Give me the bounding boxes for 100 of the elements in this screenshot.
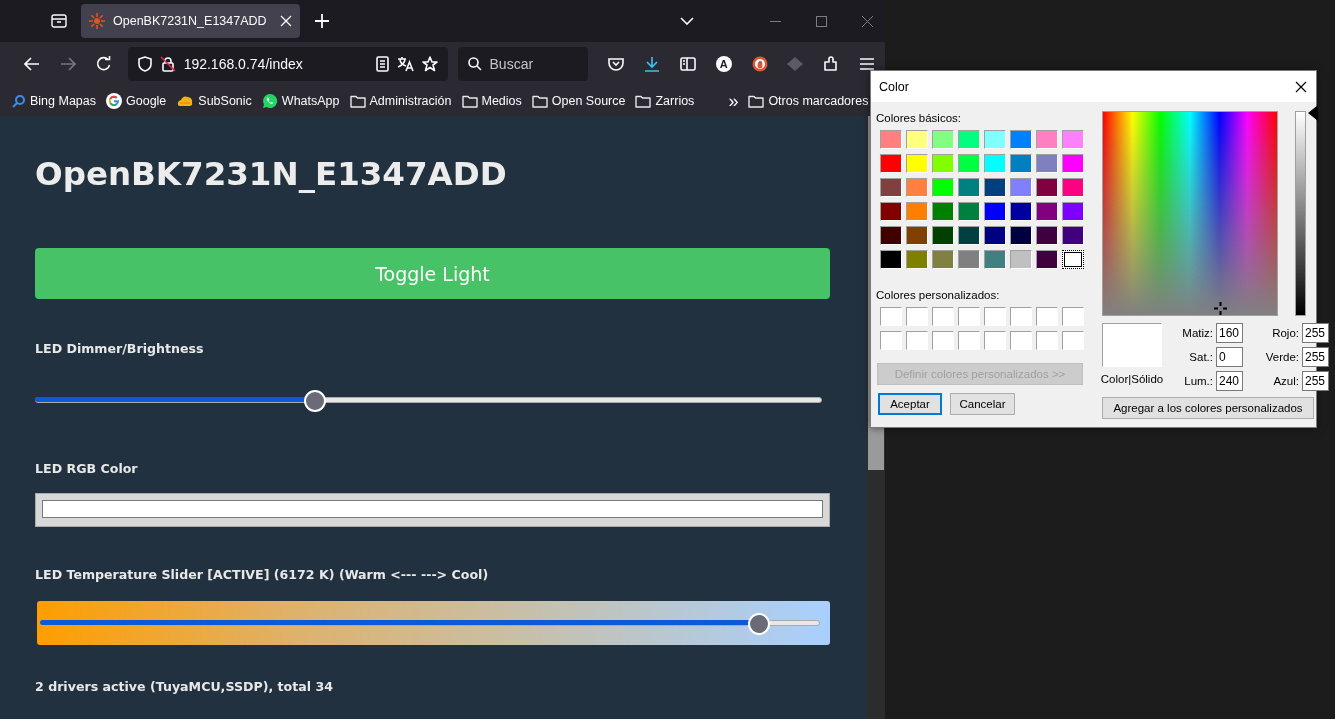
number-field[interactable]: 255 — [1302, 347, 1329, 367]
color-swatch[interactable] — [906, 250, 928, 269]
color-swatch[interactable] — [984, 250, 1006, 269]
color-swatch[interactable] — [880, 202, 902, 221]
bookmark-folder[interactable]: Otros marcadores — [748, 94, 869, 108]
color-swatch[interactable] — [958, 202, 980, 221]
color-swatch[interactable] — [1062, 202, 1084, 221]
sidebar-icon[interactable] — [679, 57, 696, 71]
color-swatch[interactable] — [984, 154, 1006, 173]
chevron-down-icon[interactable] — [680, 17, 694, 25]
luminance-bar[interactable] — [1295, 111, 1306, 316]
number-field[interactable]: 255 — [1302, 371, 1329, 391]
maximize-icon[interactable] — [816, 15, 827, 27]
color-swatch[interactable] — [932, 250, 954, 269]
minimize-icon[interactable] — [770, 20, 781, 22]
temperature-slider[interactable] — [40, 613, 820, 633]
color-swatch[interactable] — [906, 130, 928, 149]
color-swatch[interactable] — [958, 130, 980, 149]
color-swatch[interactable] — [1010, 202, 1032, 221]
color-input-field[interactable] — [35, 493, 830, 527]
color-swatch[interactable] — [880, 154, 902, 173]
color-swatch[interactable] — [906, 154, 928, 173]
custom-color-swatch[interactable] — [1036, 307, 1058, 326]
color-swatch[interactable] — [880, 130, 902, 149]
add-custom-colors-button[interactable]: Agregar a los colores personalizados — [1102, 397, 1314, 419]
color-swatch[interactable] — [1062, 154, 1084, 173]
color-swatch[interactable] — [932, 226, 954, 245]
color-swatch[interactable] — [1010, 154, 1032, 173]
forward-arrow-icon[interactable] — [59, 57, 76, 71]
color-swatch[interactable] — [984, 226, 1006, 245]
bookmark-link[interactable]: Administración — [349, 94, 452, 108]
color-swatch[interactable] — [1010, 130, 1032, 149]
bookmarks-overflow-button[interactable]: » — [728, 92, 739, 110]
browser-tab[interactable]: OpenBK7231N_E1347ADD — [81, 4, 300, 38]
bookmark-link[interactable]: Medios — [461, 94, 522, 108]
custom-color-swatch[interactable] — [906, 307, 928, 326]
color-swatch[interactable] — [958, 226, 980, 245]
color-swatch[interactable] — [1036, 202, 1058, 221]
color-swatch[interactable] — [984, 130, 1006, 149]
brightness-slider[interactable] — [35, 390, 822, 410]
close-icon[interactable] — [1295, 80, 1307, 93]
custom-color-swatch[interactable] — [880, 307, 902, 326]
bookmark-link[interactable]: Google — [106, 93, 167, 109]
custom-color-swatch[interactable] — [984, 331, 1006, 350]
custom-color-swatch[interactable] — [880, 331, 902, 350]
star-icon[interactable] — [421, 56, 438, 72]
color-swatch[interactable] — [958, 178, 980, 197]
reload-icon[interactable] — [95, 56, 112, 72]
pocket-icon[interactable] — [608, 57, 624, 71]
color-swatch[interactable] — [1036, 178, 1058, 197]
custom-color-swatch[interactable] — [906, 331, 928, 350]
color-swatch[interactable] — [1010, 178, 1032, 197]
slider-thumb[interactable] — [304, 390, 327, 412]
reader-view-icon[interactable] — [375, 56, 389, 72]
custom-color-swatch[interactable] — [932, 331, 954, 350]
color-swatch[interactable] — [1010, 250, 1032, 269]
color-swatch[interactable] — [880, 178, 902, 197]
color-swatch[interactable] — [880, 250, 902, 269]
number-field[interactable]: 255 — [1302, 323, 1329, 343]
color-swatch[interactable] — [1062, 250, 1084, 269]
color-swatch[interactable] — [1062, 178, 1084, 197]
color-swatch[interactable] — [1036, 130, 1058, 149]
number-field[interactable]: 160 — [1216, 323, 1243, 343]
color-swatch[interactable] — [1036, 250, 1058, 269]
custom-color-swatch[interactable] — [932, 307, 954, 326]
custom-color-swatch[interactable] — [1062, 331, 1084, 350]
slider-thumb[interactable] — [747, 613, 770, 635]
custom-color-swatch[interactable] — [958, 307, 980, 326]
puzzle-icon[interactable] — [823, 56, 840, 72]
custom-color-swatch[interactable] — [958, 331, 980, 350]
color-swatch[interactable] — [880, 226, 902, 245]
color-swatch[interactable] — [932, 154, 954, 173]
archive-icon[interactable] — [51, 13, 67, 29]
account-avatar[interactable]: A — [715, 56, 732, 72]
address-bar[interactable]: 192.168.0.74/index — [127, 47, 448, 81]
number-field[interactable]: 240 — [1216, 371, 1243, 391]
color-swatch[interactable] — [1036, 154, 1058, 173]
color-swatch[interactable] — [1062, 226, 1084, 245]
custom-color-swatch[interactable] — [1010, 331, 1032, 350]
custom-color-swatch[interactable] — [1010, 307, 1032, 326]
color-swatch[interactable] — [906, 202, 928, 221]
color-swatch[interactable] — [1010, 226, 1032, 245]
download-icon[interactable] — [643, 56, 660, 72]
color-swatch[interactable] — [958, 154, 980, 173]
back-arrow-icon[interactable] — [23, 57, 40, 71]
color-spectrum-field[interactable] — [1102, 111, 1278, 316]
cancel-button[interactable]: Cancelar — [950, 393, 1015, 415]
accept-button[interactable]: Aceptar — [878, 393, 942, 415]
arrow-pointer-icon[interactable] — [1308, 105, 1318, 121]
color-swatch[interactable] — [932, 202, 954, 221]
menu-icon[interactable] — [860, 58, 875, 70]
color-swatch[interactable] — [906, 178, 928, 197]
color-swatch[interactable] — [1062, 130, 1084, 149]
bookmark-link[interactable]: WhatsApp — [261, 93, 340, 109]
color-swatch[interactable] — [932, 178, 954, 197]
custom-color-swatch[interactable] — [984, 307, 1006, 326]
translate-icon[interactable] — [396, 56, 414, 72]
color-swatch[interactable] — [932, 130, 954, 149]
bookmark-link[interactable]: Bing Mapas — [12, 94, 96, 108]
number-field[interactable]: 0 — [1216, 347, 1243, 367]
